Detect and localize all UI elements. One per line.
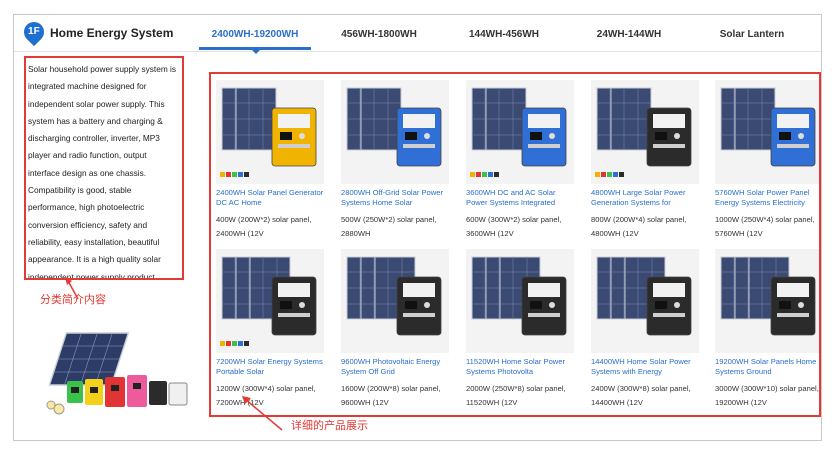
product-card[interactable]: 9600WH Photovoltaic Energy System Off Gr… (339, 247, 454, 415)
product-card[interactable]: 19200WH Solar Panels Home Systems Ground… (713, 247, 819, 415)
product-title[interactable]: 19200WH Solar Panels Home Systems Ground (715, 357, 819, 379)
solar-kit-image (46, 332, 188, 415)
product-card[interactable]: 2800WH Off-Grid Solar Power Systems Home… (339, 78, 454, 246)
product-description: 2400W (300W*8) solar panel, 14400WH (12V (591, 384, 691, 407)
product-title[interactable]: 5760WH Solar Power Panel Energy Systems … (715, 188, 819, 210)
product-title[interactable]: 3600WH DC and AC Solar Power Systems Int… (466, 188, 574, 210)
tab-solar-lantern[interactable]: Solar Lantern (702, 29, 802, 40)
product-card[interactable]: 4800WH Large Solar Power Generation Syst… (589, 78, 704, 246)
product-card[interactable]: 5760WH Solar Power Panel Energy Systems … (713, 78, 819, 246)
tab-456wh-1800wh[interactable]: 456WH-1800WH (329, 29, 429, 40)
product-card[interactable]: 3600WH DC and AC Solar Power Systems Int… (464, 78, 579, 246)
product-title[interactable]: 9600WH Photovoltaic Energy System Off Gr… (341, 357, 449, 379)
product-image[interactable] (466, 80, 574, 184)
product-description: 2000W (250W*8) solar panel, 11520WH (12V (466, 384, 566, 407)
product-image[interactable] (591, 80, 699, 184)
product-description: 800W (200W*4) solar panel, 4800WH (12V (591, 215, 687, 238)
product-image[interactable] (216, 80, 324, 184)
products-annotation-arrow (242, 396, 283, 431)
product-image[interactable] (341, 80, 449, 184)
product-card[interactable]: 7200WH Solar Energy Systems Portable Sol… (214, 247, 329, 415)
product-image[interactable] (216, 249, 324, 353)
product-description: 3000W (300W*10) solar panel, 19200WH (12… (715, 384, 819, 407)
tab-2400wh-19200wh[interactable]: 2400WH-19200WH (199, 29, 311, 40)
product-description: 600W (300W*2) solar panel, 3600WH (12V (466, 215, 562, 238)
product-image[interactable] (715, 80, 819, 184)
product-description: 1000W (250W*4) solar panel, 5760WH (12V (715, 215, 815, 238)
active-tab-caret (252, 50, 260, 54)
product-description: 500W (250W*2) solar panel, 2880WH (341, 215, 437, 238)
product-description: 1600W (200W*8) solar panel, 9600WH (12V (341, 384, 441, 407)
product-title[interactable]: 2800WH Off-Grid Solar Power Systems Home… (341, 188, 449, 210)
category-intro: Solar household power supply system is i… (24, 56, 184, 280)
product-image[interactable] (466, 249, 574, 353)
tab-24wh-144wh[interactable]: 24WH-144WH (579, 29, 679, 40)
category-intro-text: Solar household power supply system is i… (28, 64, 177, 280)
product-image[interactable] (591, 249, 699, 353)
product-card[interactable]: 14400WH Home Solar Power Systems with En… (589, 247, 704, 415)
product-image[interactable] (715, 249, 819, 353)
product-title[interactable]: 7200WH Solar Energy Systems Portable Sol… (216, 357, 324, 379)
product-title[interactable]: 14400WH Home Solar Power Systems with En… (591, 357, 699, 379)
product-card[interactable]: 2400WH Solar Panel Generator DC AC Home 4… (214, 78, 329, 246)
tab-144wh-456wh[interactable]: 144WH-456WH (454, 29, 554, 40)
product-title[interactable]: 11520WH Home Solar Power Systems Photovo… (466, 357, 574, 379)
product-title[interactable]: 4800WH Large Solar Power Generation Syst… (591, 188, 699, 210)
product-description: 400W (200W*2) solar panel, 2400WH (12V (216, 215, 312, 238)
product-card[interactable]: 11520WH Home Solar Power Systems Photovo… (464, 247, 579, 415)
product-grid: 2400WH Solar Panel Generator DC AC Home 4… (209, 72, 821, 417)
home-energy-floor: 1F Home Energy System 2400WH-19200WH 456… (13, 14, 822, 441)
intro-annotation-label: 分类简介内容 (40, 293, 106, 306)
floor-header: 1F Home Energy System 2400WH-19200WH 456… (14, 15, 821, 54)
floor-title: Home Energy System (50, 26, 174, 40)
product-title[interactable]: 2400WH Solar Panel Generator DC AC Home (216, 188, 324, 210)
products-annotation-label: 详细的产品展示 (291, 419, 368, 432)
floor-badge: 1F (19, 17, 49, 47)
product-image[interactable] (341, 249, 449, 353)
